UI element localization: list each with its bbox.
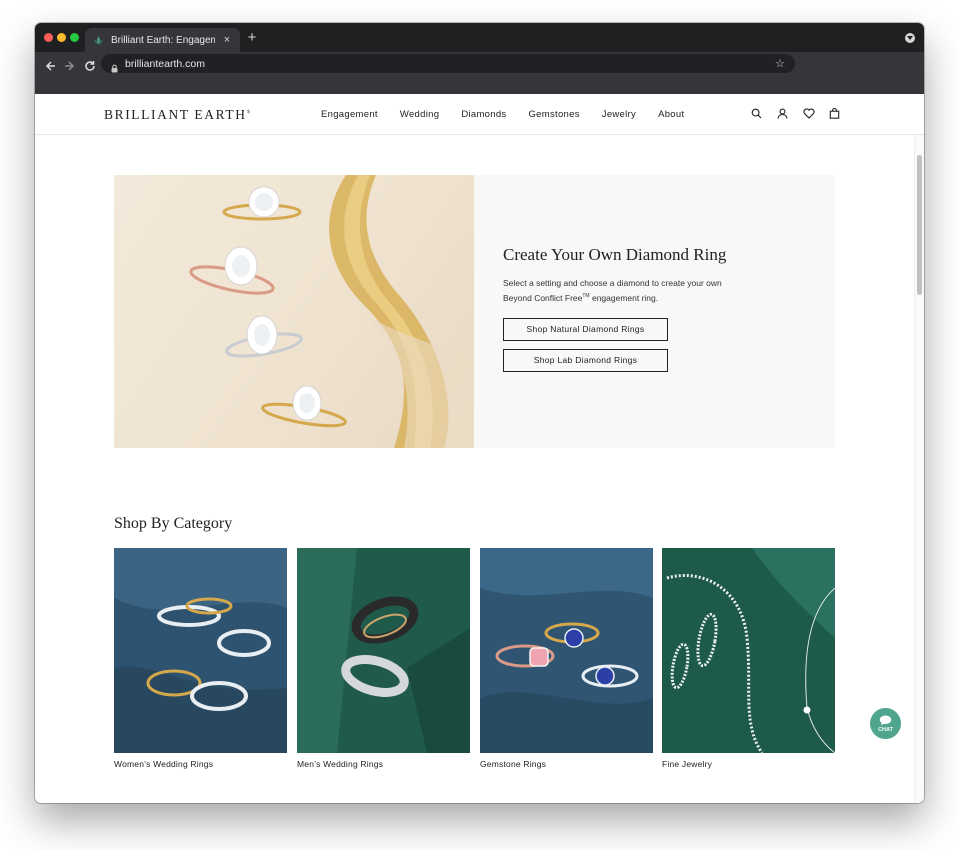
hero-desc-line1: Select a setting and choose a diamond to… (503, 278, 722, 288)
logo-text: BRILLIANT EARTH (104, 107, 247, 122)
new-tab-button[interactable]: + (244, 29, 260, 46)
header-icons (749, 106, 842, 121)
shop-by-category-title: Shop By Category (114, 515, 233, 532)
category-label[interactable]: Women’s Wedding Rings (114, 759, 287, 769)
tab-search-icon[interactable] (905, 33, 915, 43)
url-text: brilliantearth.com (125, 57, 205, 70)
category-grid: Women’s Wedding Rings Men’s Wedding Ring… (114, 548, 835, 778)
chat-bubble-icon (879, 715, 892, 725)
shop-lab-diamond-rings-button[interactable]: Shop Lab Diamond Rings (503, 348, 668, 372)
hero-title: Create Your Own Diamond Ring (503, 245, 727, 264)
shop-natural-diamond-rings-button[interactable]: Shop Natural Diamond Rings (503, 317, 668, 341)
reload-icon[interactable] (80, 56, 100, 76)
category-card-fine-jewelry[interactable]: Fine Jewelry (662, 548, 835, 769)
chat-button[interactable]: CHAT (870, 708, 901, 739)
hero-content: Create Your Own Diamond Ring Select a se… (503, 245, 803, 380)
nav-gemstones[interactable]: Gemstones (528, 109, 579, 120)
forward-arrow-icon[interactable] (59, 56, 79, 76)
womens-wedding-rings-image[interactable] (114, 548, 287, 753)
page-scrollbar[interactable] (914, 135, 924, 803)
heart-icon[interactable] (801, 106, 816, 121)
nav-engagement[interactable]: Engagement (321, 109, 378, 120)
chat-label: CHAT (878, 726, 893, 733)
brilliant-earth-favicon-icon (93, 35, 104, 46)
trademark-mark: TM (582, 292, 590, 299)
back-arrow-icon[interactable] (41, 56, 61, 76)
minimize-window-button[interactable] (57, 33, 66, 42)
browser-toolbar: brilliantearth.com ☆ (35, 52, 924, 94)
hero-rings-image[interactable] (114, 175, 474, 448)
search-icon[interactable] (749, 106, 764, 121)
hero-description: Select a setting and choose a diamond to… (503, 277, 753, 304)
scrollbar-thumb[interactable] (917, 155, 922, 295)
category-card-mens[interactable]: Men’s Wedding Rings (297, 548, 470, 769)
category-label[interactable]: Men’s Wedding Rings (297, 759, 470, 769)
address-bar[interactable]: brilliantearth.com ☆ (101, 54, 795, 73)
account-icon[interactable] (775, 106, 790, 121)
bookmark-star-icon[interactable]: ☆ (775, 57, 785, 70)
category-card-womens[interactable]: Women’s Wedding Rings (114, 548, 287, 769)
nav-wedding[interactable]: Wedding (400, 109, 439, 120)
bag-icon[interactable] (827, 106, 842, 121)
mens-wedding-rings-image[interactable] (297, 548, 470, 753)
category-card-gemstone[interactable]: Gemstone Rings (480, 548, 653, 769)
lock-icon (111, 60, 118, 72)
hero-desc-prefix: Beyond Conflict Free (503, 292, 583, 303)
gemstone-rings-image[interactable] (480, 548, 653, 753)
category-label[interactable]: Gemstone Rings (480, 759, 653, 769)
tab-close-icon[interactable]: × (222, 34, 232, 46)
category-label[interactable]: Fine Jewelry (662, 759, 835, 769)
nav-about[interactable]: About (658, 109, 684, 120)
main-nav: Engagement Wedding Diamonds Gemstones Je… (321, 109, 706, 120)
maximize-window-button[interactable] (70, 33, 79, 42)
brilliant-earth-logo[interactable]: BRILLIANT EARTH® (104, 107, 250, 123)
logo-mark: ® (246, 110, 251, 116)
browser-tab-bar: Brilliant Earth: Engagement Rings × + (35, 23, 924, 52)
nav-jewelry[interactable]: Jewelry (602, 109, 636, 120)
browser-tab[interactable]: Brilliant Earth: Engagement Rings × (85, 28, 240, 52)
hero-desc-suffix: engagement ring. (589, 292, 659, 303)
tab-title: Brilliant Earth: Engagement Rings (111, 34, 215, 46)
browser-window: Brilliant Earth: Engagement Rings × + br… (35, 23, 924, 803)
nav-diamonds[interactable]: Diamonds (461, 109, 506, 120)
site-header: BRILLIANT EARTH® Engagement Wedding Diam… (35, 94, 924, 135)
fine-jewelry-image[interactable] (662, 548, 835, 753)
close-window-button[interactable] (44, 33, 53, 42)
hero-banner: Create Your Own Diamond Ring Select a se… (114, 175, 835, 448)
